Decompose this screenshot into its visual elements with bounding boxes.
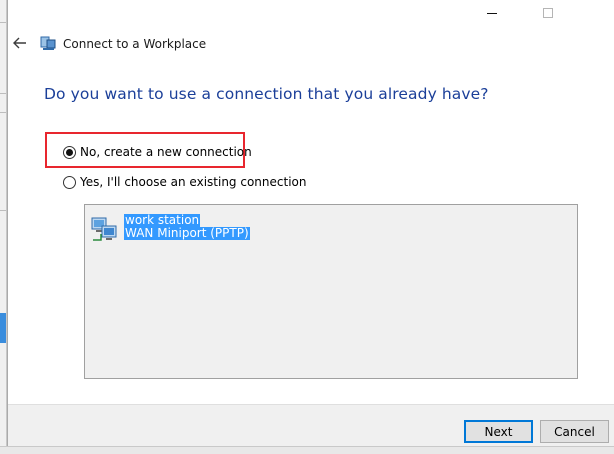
network-connection-icon [91, 217, 117, 241]
network-connection-icon [40, 36, 56, 50]
radio-label: No, create a new connection [80, 145, 252, 159]
background-divider [0, 112, 6, 113]
back-button[interactable] [10, 33, 30, 53]
maximize-button[interactable] [530, 0, 566, 26]
minimize-icon [487, 12, 497, 14]
background-taskbar [0, 446, 614, 454]
background-divider [0, 210, 6, 211]
next-button[interactable]: Next [464, 420, 533, 443]
connection-details: work station WAN Miniport (PPTP) [124, 214, 250, 240]
radio-button[interactable] [63, 175, 76, 189]
background-selection [0, 313, 6, 343]
connect-to-workplace-dialog: Connect to a Workplace Do you want to us… [7, 0, 614, 446]
cancel-button[interactable]: Cancel [540, 420, 609, 443]
maximize-icon [543, 8, 553, 18]
back-arrow-icon [13, 37, 26, 49]
radio-label: Yes, I'll choose an existing connection [80, 175, 307, 189]
minimize-button[interactable] [474, 0, 510, 26]
radio-create-new-connection[interactable]: No, create a new connection [63, 145, 252, 159]
radio-use-existing-connection[interactable]: Yes, I'll choose an existing connection [63, 175, 306, 189]
list-item[interactable]: work station WAN Miniport (PPTP) [90, 214, 250, 244]
page-heading: Do you want to use a connection that you… [44, 85, 489, 103]
background-window-edge [0, 0, 7, 454]
existing-connections-list[interactable]: work station WAN Miniport (PPTP) [84, 204, 578, 379]
window-title: Connect to a Workplace [63, 37, 207, 51]
connection-device: WAN Miniport (PPTP) [124, 226, 250, 240]
background-divider [0, 93, 6, 94]
dialog-footer: Next Cancel [8, 404, 614, 446]
radio-button-selected[interactable] [63, 145, 76, 159]
background-divider [0, 22, 6, 23]
